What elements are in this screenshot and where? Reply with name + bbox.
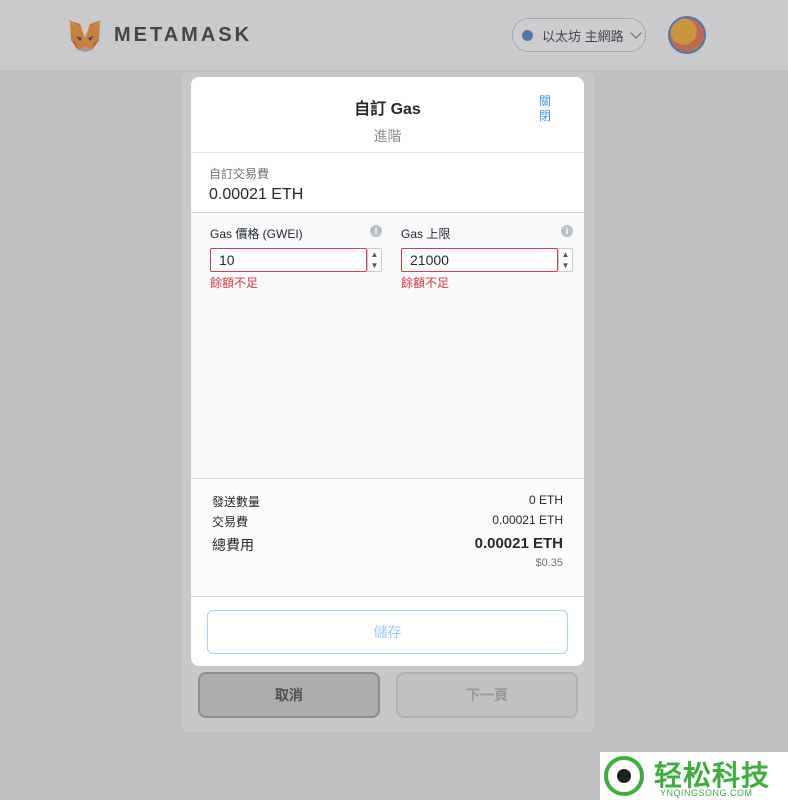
total-value: 0.00021 ETH bbox=[474, 535, 563, 552]
tx-fee-row: 交易費 0.00021 ETH bbox=[212, 513, 563, 533]
gas-price-stepper[interactable]: ▲ ▼ bbox=[367, 248, 382, 272]
custom-fee-section: 自訂交易費 0.00021 ETH bbox=[191, 153, 584, 213]
total-label: 總費用 bbox=[212, 537, 254, 553]
tx-fee-value: 0.00021 ETH bbox=[492, 513, 563, 527]
gas-limit-error: 餘額不足 bbox=[401, 276, 450, 290]
save-button[interactable]: 儲存 bbox=[207, 610, 568, 654]
info-icon[interactable]: i bbox=[561, 225, 573, 237]
total-fiat-value: $0.35 bbox=[535, 557, 563, 569]
send-amount-row: 發送數量 0 ETH bbox=[212, 493, 563, 513]
gas-price-input[interactable] bbox=[210, 248, 367, 272]
chevron-down-icon[interactable]: ▼ bbox=[371, 261, 379, 270]
modal-title: 自訂 Gas bbox=[354, 101, 421, 118]
chevron-up-icon[interactable]: ▲ bbox=[371, 250, 379, 259]
watermark-subtext: YNQINGSONG.COM bbox=[660, 788, 753, 798]
chevron-up-icon[interactable]: ▲ bbox=[562, 250, 570, 259]
modal-header: 自訂 Gas 進階 關閉 bbox=[191, 77, 584, 153]
close-button[interactable]: 關閉 bbox=[537, 94, 553, 124]
custom-fee-value: 0.00021 ETH bbox=[209, 186, 304, 203]
gas-limit-label: Gas 上限 bbox=[401, 227, 451, 241]
info-icon[interactable]: i bbox=[370, 225, 382, 237]
transaction-summary: 發送數量 0 ETH 交易費 0.00021 ETH 總費用 0.00021 E… bbox=[191, 479, 584, 597]
gas-inputs-area: Gas 價格 (GWEI) i ▲ ▼ 餘額不足 Gas 上限 i ▲ ▼ bbox=[191, 213, 584, 479]
custom-fee-label: 自訂交易費 bbox=[209, 167, 270, 181]
total-row: 總費用 0.00021 ETH bbox=[212, 535, 563, 557]
gas-price-field-group: Gas 價格 (GWEI) i ▲ ▼ 餘額不足 bbox=[210, 225, 382, 291]
tx-fee-label: 交易費 bbox=[212, 515, 249, 529]
gas-limit-input[interactable] bbox=[401, 248, 558, 272]
watermark: 轻松科技 YNQINGSONG.COM bbox=[600, 752, 788, 800]
send-amount-label: 發送數量 bbox=[212, 495, 261, 509]
send-amount-value: 0 ETH bbox=[528, 493, 563, 507]
gas-price-error: 餘額不足 bbox=[210, 276, 259, 290]
tab-advanced[interactable]: 進階 bbox=[191, 126, 584, 146]
watermark-logo-icon bbox=[604, 756, 644, 796]
gas-limit-stepper[interactable]: ▲ ▼ bbox=[558, 248, 573, 272]
gas-limit-field-group: Gas 上限 i ▲ ▼ 餘額不足 bbox=[401, 225, 573, 291]
custom-gas-modal: 自訂 Gas 進階 關閉 自訂交易費 0.00021 ETH Gas 價格 (G… bbox=[191, 77, 584, 666]
gas-price-label: Gas 價格 (GWEI) bbox=[210, 227, 303, 241]
chevron-down-icon[interactable]: ▼ bbox=[562, 261, 570, 270]
